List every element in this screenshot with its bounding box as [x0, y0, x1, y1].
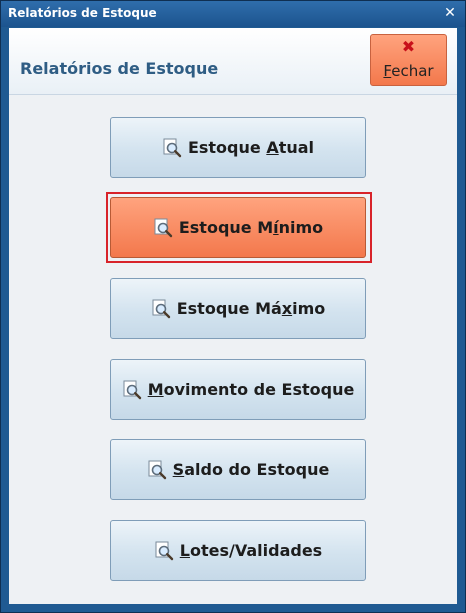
magnifier-document-icon: [154, 218, 173, 237]
estoque-maximo-label: Estoque Máximo: [176, 299, 326, 318]
header-panel: Relatórios de Estoque ✖ Fechar: [9, 28, 457, 95]
saldo-estoque-label: Saldo do Estoque: [172, 460, 330, 479]
magnifier-document-icon: [152, 299, 170, 318]
close-x-icon: ✖: [401, 37, 416, 56]
magnifier-document-icon: [123, 380, 141, 399]
window-title: Relatórios de Estoque: [8, 6, 157, 20]
magnifier-document-icon: [148, 460, 166, 479]
movimento-estoque-button[interactable]: Movimento de Estoque: [110, 359, 366, 420]
estoque-atual-button[interactable]: Estoque Atual: [110, 117, 366, 178]
fechar-label: Fechar: [383, 62, 434, 80]
saldo-estoque-button[interactable]: Saldo do Estoque: [110, 439, 366, 500]
estoque-atual-label: Estoque Atual: [187, 138, 315, 157]
magnifier-document-icon: [155, 541, 173, 560]
magnifier-document-icon: [163, 138, 182, 157]
window-close-icon[interactable]: ✕: [442, 4, 458, 22]
estoque-minimo-label: Estoque Mínimo: [178, 218, 324, 237]
lotes-validades-label: Lotes/Validades: [179, 541, 323, 560]
window-titlebar[interactable]: Relatórios de Estoque ✕: [1, 1, 465, 27]
fechar-button[interactable]: ✖ Fechar: [370, 34, 447, 86]
report-window: Relatórios de Estoque ✕ Relatórios de Es…: [0, 0, 466, 613]
movimento-estoque-label: Movimento de Estoque: [147, 380, 355, 399]
page-title: Relatórios de Estoque: [20, 59, 219, 78]
window-client-area: Relatórios de Estoque ✖ Fechar Estoque A…: [9, 28, 457, 604]
lotes-validades-button[interactable]: Lotes/Validades: [110, 520, 366, 581]
estoque-maximo-button[interactable]: Estoque Máximo: [110, 278, 366, 339]
estoque-minimo-button[interactable]: Estoque Mínimo: [110, 197, 366, 258]
